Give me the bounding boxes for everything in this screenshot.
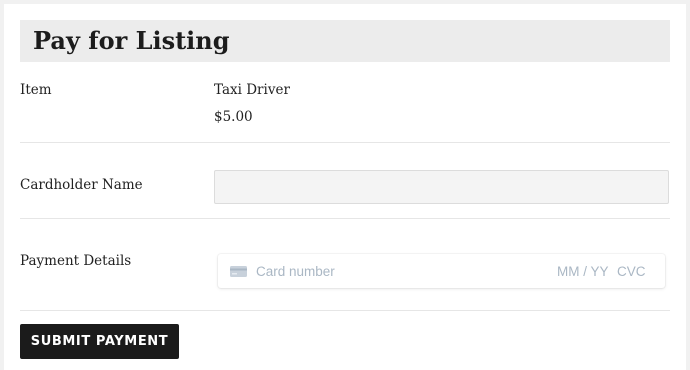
card-element[interactable] <box>218 254 665 288</box>
card-number-input[interactable] <box>256 263 466 279</box>
item-name: Taxi Driver <box>214 82 290 98</box>
title-bar: Pay for Listing <box>20 20 670 62</box>
card-cvc-input[interactable] <box>617 263 653 279</box>
payment-details-label: Payment Details <box>20 253 132 269</box>
divider <box>20 218 670 219</box>
cardholder-name-label: Cardholder Name <box>20 177 143 193</box>
item-price: $5.00 <box>214 109 253 125</box>
item-label: Item <box>20 82 52 98</box>
card-expiry-input[interactable] <box>557 263 613 279</box>
divider <box>20 142 670 143</box>
divider <box>20 310 670 311</box>
cardholder-name-input[interactable] <box>214 170 669 204</box>
credit-card-icon <box>230 266 247 277</box>
page-title: Pay for Listing <box>33 26 230 55</box>
payment-form-card: Pay for Listing Item Taxi Driver $5.00 C… <box>4 4 686 370</box>
submit-payment-button[interactable]: SUBMIT PAYMENT <box>20 324 179 359</box>
